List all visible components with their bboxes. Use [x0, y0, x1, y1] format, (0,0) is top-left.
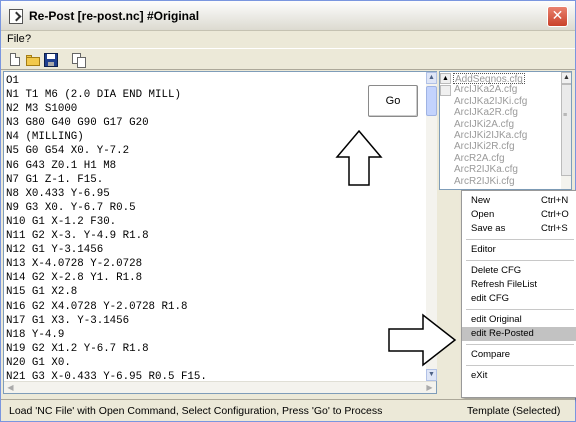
- close-button[interactable]: ✕: [547, 6, 568, 27]
- code-line[interactable]: N17 G1 X3. Y-3.1456: [6, 314, 354, 328]
- config-list-item[interactable]: ArcIJKi2R.cfg: [454, 141, 515, 152]
- code-line[interactable]: N15 G1 X2.8: [6, 285, 354, 299]
- code-line[interactable]: N6 G43 Z0.1 H1 M8: [6, 159, 354, 173]
- code-line[interactable]: N8 X0.433 Y-6.95: [6, 187, 354, 201]
- scroll-right-arrow-icon[interactable]: ▶: [423, 382, 436, 394]
- menu-separator: [466, 309, 574, 310]
- list-scroll-thumb[interactable]: [561, 84, 571, 176]
- config-list-item[interactable]: ArcR2IJKa.cfg: [454, 164, 518, 175]
- menu-item-edit-original[interactable]: edit Original: [462, 313, 576, 327]
- menu-item-open[interactable]: Open Ctrl+O: [462, 208, 576, 222]
- scroll-up-arrow-icon[interactable]: ▲: [426, 72, 437, 84]
- app-icon: [9, 9, 23, 24]
- code-line[interactable]: N16 G2 X4.0728 Y-2.0728 R1.8: [6, 300, 354, 314]
- config-list-item[interactable]: ArcR2IJKi.cfg: [454, 176, 515, 187]
- scroll-left-arrow-icon[interactable]: ◀: [4, 382, 17, 394]
- menu-item-label: Open: [471, 209, 495, 220]
- app-window: Re-Post [re-post.nc] #Original ✕ File ? …: [0, 0, 576, 422]
- new-file-icon[interactable]: [7, 52, 23, 68]
- code-line[interactable]: O1: [6, 74, 354, 88]
- menu-item-shortcut: Ctrl+S: [541, 223, 568, 234]
- menu-item-label: Delete CFG: [471, 265, 522, 276]
- editor-horizontal-scrollbar[interactable]: ◀ ▶: [4, 381, 436, 393]
- menu-item-label: eXit: [471, 370, 488, 381]
- menu-help[interactable]: ?: [25, 33, 31, 45]
- config-list-item[interactable]: ArcIJKi2IJKa.cfg: [454, 130, 527, 141]
- menu-separator: [466, 260, 574, 261]
- menu-separator: [466, 344, 574, 345]
- menu-item-label: New: [471, 195, 491, 206]
- status-template: Template (Selected): [467, 405, 561, 417]
- open-folder-icon[interactable]: [25, 52, 41, 68]
- menu-item-refresh-filelist[interactable]: Refresh FileList: [462, 278, 576, 292]
- code-line[interactable]: N14 G2 X-2.8 Y1. R1.8: [6, 271, 354, 285]
- menu-item-delete-cfg[interactable]: Delete CFG: [462, 264, 576, 278]
- menu-item-edit-cfg[interactable]: edit CFG: [462, 292, 576, 306]
- config-list-item[interactable]: ArcIJKa2R.cfg: [454, 107, 518, 118]
- list-up-arrow-icon[interactable]: ▲: [440, 73, 451, 84]
- code-line[interactable]: N20 G1 X0.: [6, 356, 354, 370]
- up-arrow-icon: [335, 129, 383, 186]
- menu-item-shortcut: Ctrl+N: [541, 195, 569, 206]
- save-disk-icon[interactable]: [43, 52, 59, 68]
- menu-item-exit[interactable]: eXit: [462, 369, 576, 383]
- code-line[interactable]: N3 G80 G40 G90 G17 G20: [6, 116, 354, 130]
- code-line[interactable]: N7 G1 Z-1. F15.: [6, 173, 354, 187]
- code-line[interactable]: N5 G0 G54 X0. Y-7.2: [6, 144, 354, 158]
- code-text-area[interactable]: O1 N1 T1 M6 (2.0 DIA END MILL) N2 M3 S1000…: [6, 74, 354, 393]
- config-list-item[interactable]: ArcIJKi2A.cfg: [454, 119, 514, 130]
- menu-item-label: edit Original: [471, 314, 522, 325]
- menu-item-shortcut: Ctrl+O: [541, 209, 569, 220]
- context-menu: New Ctrl+N Open Ctrl+O Save as Ctrl+S Editor De…: [461, 190, 576, 398]
- title-bar[interactable]: Re-Post [re-post.nc] #Original ✕: [1, 1, 575, 31]
- menu-file[interactable]: File: [7, 33, 25, 45]
- scroll-grip-icon: ≡: [563, 112, 568, 119]
- code-line[interactable]: N2 M3 S1000: [6, 102, 354, 116]
- menu-item-label: edit Re-Posted: [471, 328, 534, 339]
- go-button[interactable]: Go: [368, 85, 418, 117]
- menu-item-label: edit CFG: [471, 293, 510, 304]
- menu-item-label: Editor: [471, 244, 496, 255]
- menu-item-label: Compare: [471, 349, 511, 360]
- code-line[interactable]: N11 G2 X-3. Y-4.9 R1.8: [6, 229, 354, 243]
- menu-item-label: Refresh FileList: [471, 279, 537, 290]
- menu-item-compare[interactable]: Compare: [462, 348, 576, 362]
- status-bar: Load 'NC File' with Open Command, Select…: [1, 399, 575, 421]
- menu-bar: File ?: [1, 31, 575, 48]
- window-title: Re-Post [re-post.nc] #Original: [29, 9, 200, 23]
- code-line[interactable]: N19 G2 X1.2 Y-6.7 R1.8: [6, 342, 354, 356]
- config-list-item[interactable]: ArcIJKa2A.cfg: [454, 84, 517, 95]
- toolbar: [1, 48, 575, 70]
- config-file-list[interactable]: ▲ AddSeqnos.cfg ArcIJKa2A.cfg ArcIJKa2IJKi…: [439, 71, 572, 190]
- list-scroll-up-icon[interactable]: ▲: [561, 72, 571, 84]
- config-list-item[interactable]: ArcR2A.cfg: [454, 153, 505, 164]
- config-list-item[interactable]: AddSeqnos.cfg: [453, 73, 525, 85]
- menu-item-edit-re-posted[interactable]: edit Re-Posted: [462, 327, 576, 341]
- code-line[interactable]: N18 Y-4.9: [6, 328, 354, 342]
- menu-item-save-as[interactable]: Save as Ctrl+S: [462, 222, 576, 236]
- nc-code-editor[interactable]: O1 N1 T1 M6 (2.0 DIA END MILL) N2 M3 S1000…: [3, 71, 437, 394]
- copy-icon[interactable]: [71, 52, 87, 68]
- list-vertical-scrollbar[interactable]: ▲ ≡: [561, 72, 571, 189]
- list-step-icon[interactable]: [440, 85, 451, 96]
- menu-item-editor[interactable]: Editor: [462, 243, 576, 257]
- code-line[interactable]: N12 G1 Y-3.1456: [6, 243, 354, 257]
- status-instructions: Load 'NC File' with Open Command, Select…: [9, 405, 383, 417]
- code-line[interactable]: N4 (MILLING): [6, 130, 354, 144]
- menu-separator: [466, 239, 574, 240]
- code-line[interactable]: N9 G3 X0. Y-6.7 R0.5: [6, 201, 354, 215]
- code-line[interactable]: N13 X-4.0728 Y-2.0728: [6, 257, 354, 271]
- menu-item-label: Save as: [471, 223, 506, 234]
- code-line[interactable]: N10 G1 X-1.2 F30.: [6, 215, 354, 229]
- scroll-thumb[interactable]: [426, 86, 437, 116]
- list-left-scrollbar[interactable]: ▲: [440, 72, 452, 189]
- config-list-item[interactable]: ArcIJKa2IJKi.cfg: [454, 96, 527, 107]
- code-line[interactable]: N1 T1 M6 (2.0 DIA END MILL): [6, 88, 354, 102]
- menu-item-new[interactable]: New Ctrl+N: [462, 194, 576, 208]
- right-arrow-icon: [388, 313, 457, 367]
- scroll-down-arrow-icon[interactable]: ▼: [426, 369, 437, 381]
- menu-separator: [466, 365, 574, 366]
